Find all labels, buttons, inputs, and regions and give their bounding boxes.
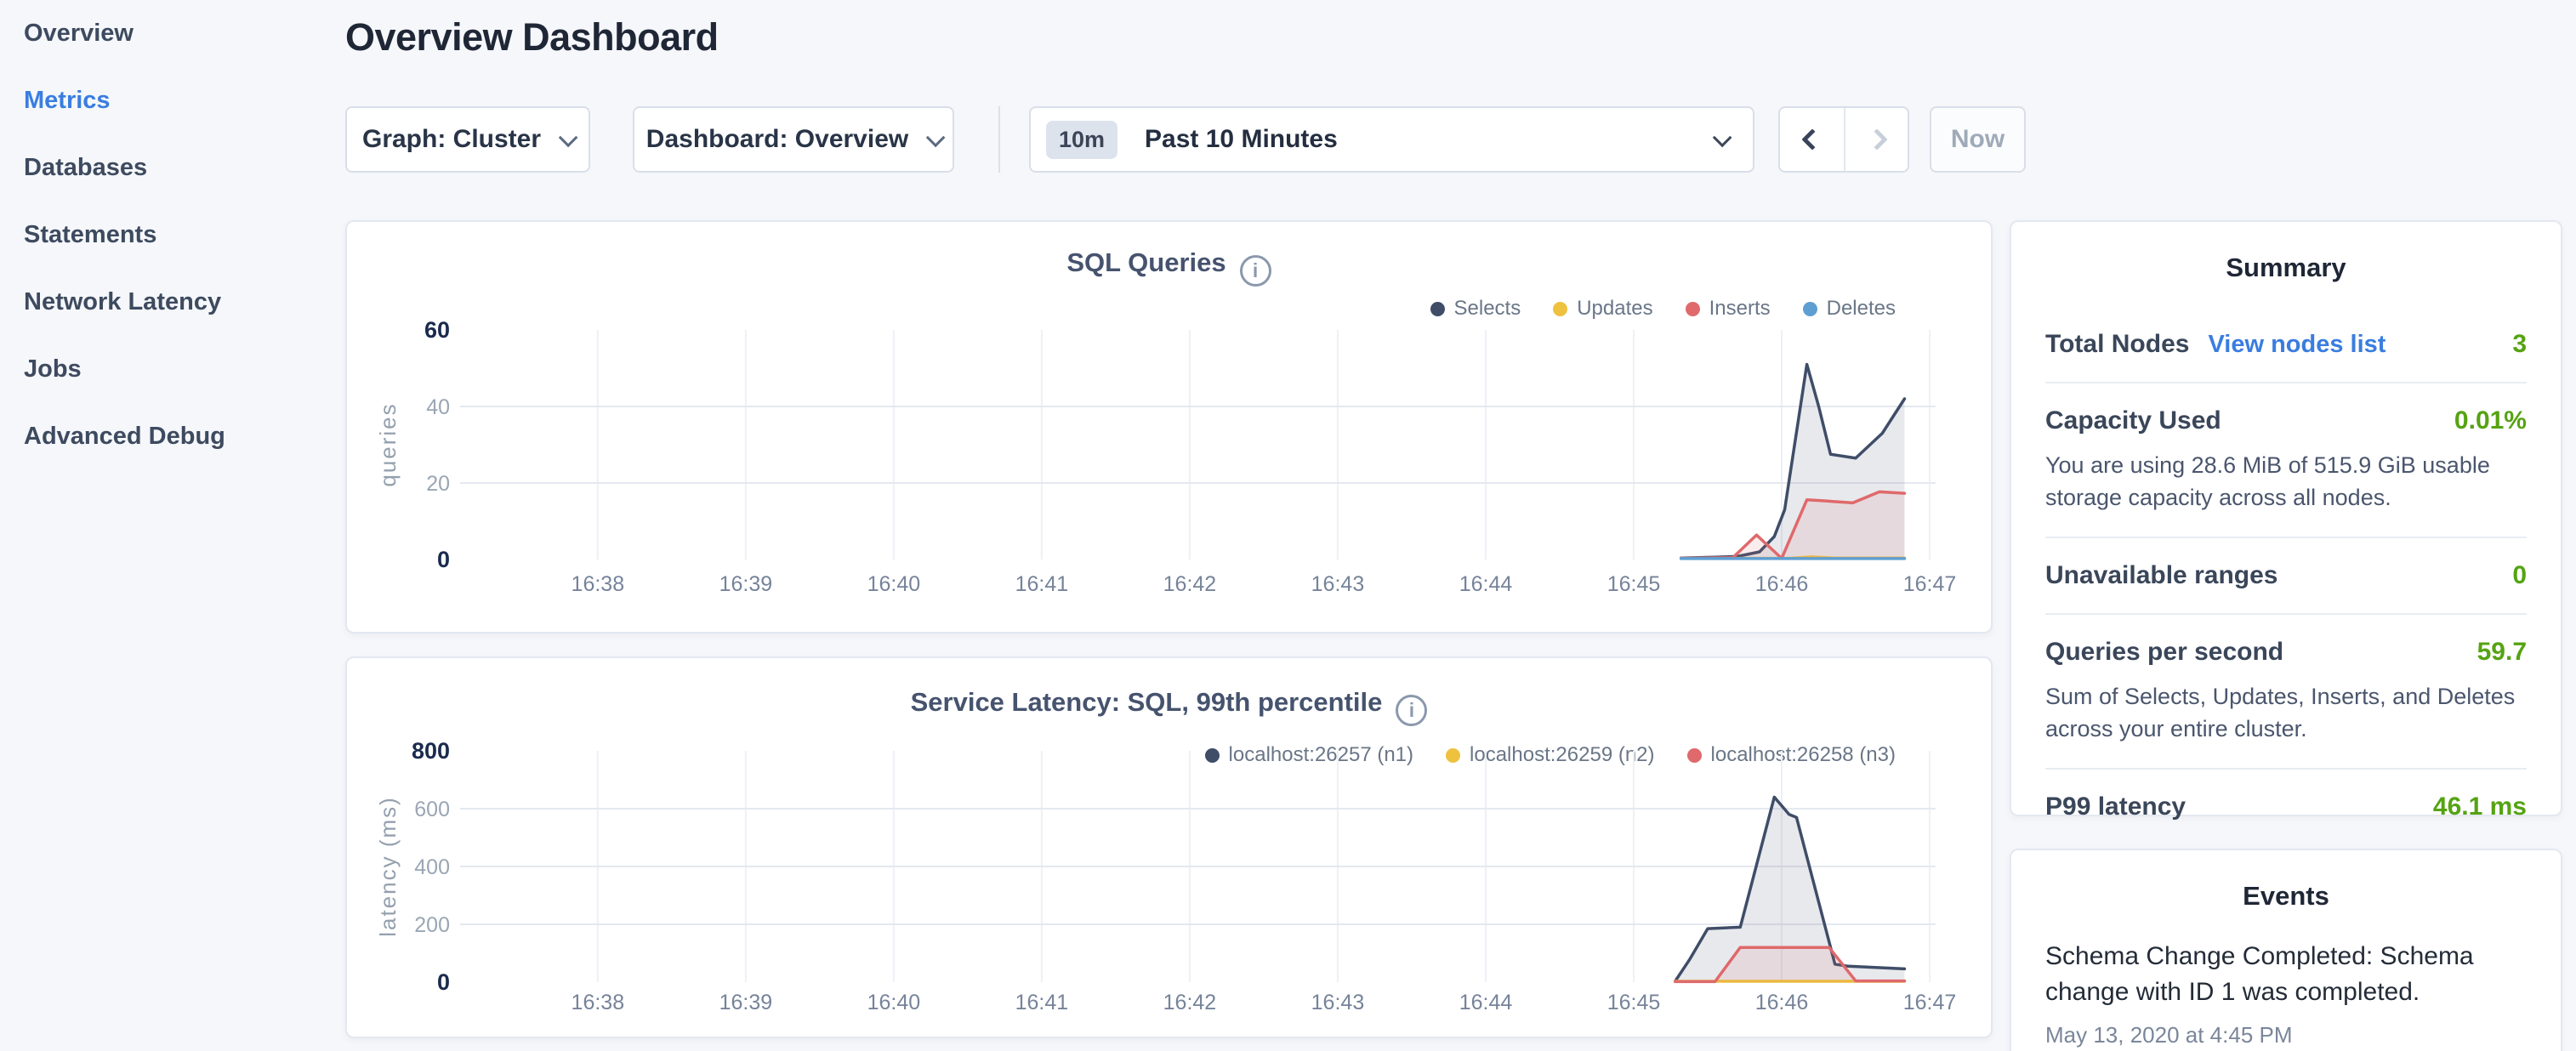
- svg-text:16:46: 16:46: [1755, 991, 1809, 1014]
- summary-row-p99-latency: P99 latency 46.1 ms: [2045, 770, 2527, 844]
- chart-canvas: 16:38 16:39 16:40 16:41 16:42 16:43 16:44 16:45…: [347, 658, 1994, 1040]
- event-item[interactable]: Schema Change Completed: Schema change w…: [2045, 939, 2527, 1048]
- svg-text:16:40: 16:40: [867, 991, 921, 1014]
- summary-value: 46.1 ms: [2433, 793, 2527, 821]
- svg-text:16:41: 16:41: [1015, 991, 1069, 1014]
- svg-text:16:38: 16:38: [571, 991, 625, 1014]
- svg-text:16:38: 16:38: [571, 572, 625, 596]
- chart-canvas: 16:38 16:39 16:40 16:41 16:42 16:43 16:44 16:45…: [347, 222, 1994, 635]
- svg-text:16:45: 16:45: [1607, 572, 1661, 596]
- svg-text:600: 600: [414, 798, 450, 821]
- events-title: Events: [2045, 881, 2527, 912]
- svg-text:60: 60: [424, 317, 450, 343]
- svg-text:16:42: 16:42: [1163, 572, 1217, 596]
- sidebar-item-network-latency[interactable]: Network Latency: [0, 269, 340, 336]
- summary-label: Capacity Used: [2045, 406, 2221, 435]
- chevron-down-icon: [1713, 128, 1732, 148]
- svg-text:16:43: 16:43: [1311, 991, 1365, 1014]
- events-card: Events Schema Change Completed: Schema c…: [2010, 849, 2562, 1051]
- sidebar-item-advanced-debug[interactable]: Advanced Debug: [0, 403, 340, 470]
- svg-text:16:43: 16:43: [1311, 572, 1365, 596]
- time-window-label: Past 10 Minutes: [1145, 125, 1338, 154]
- svg-text:16:41: 16:41: [1015, 572, 1069, 596]
- page-title: Overview Dashboard: [345, 15, 719, 60]
- summary-description: You are using 28.6 MiB of 515.9 GiB usab…: [2045, 449, 2527, 514]
- svg-text:16:44: 16:44: [1459, 991, 1513, 1014]
- svg-text:40: 40: [426, 395, 450, 419]
- time-pager: [1778, 106, 1909, 173]
- svg-text:0: 0: [437, 547, 450, 572]
- svg-text:400: 400: [414, 855, 450, 879]
- prev-timewindow-button[interactable]: [1780, 108, 1844, 171]
- time-window-badge: 10m: [1046, 121, 1117, 159]
- svg-text:20: 20: [426, 472, 450, 496]
- chevron-right-icon: [1866, 128, 1887, 150]
- sidebar-item-databases[interactable]: Databases: [0, 134, 340, 202]
- svg-text:16:45: 16:45: [1607, 991, 1661, 1014]
- svg-text:800: 800: [412, 738, 450, 764]
- summary-label: P99 latency: [2045, 793, 2186, 821]
- view-nodes-list-link[interactable]: View nodes list: [2208, 331, 2386, 359]
- summary-label: Unavailable ranges: [2045, 561, 2277, 590]
- summary-value: 59.7: [2477, 638, 2527, 667]
- svg-text:200: 200: [414, 913, 450, 937]
- svg-text:16:39: 16:39: [719, 572, 773, 596]
- summary-description: Sum of Selects, Updates, Inserts, and De…: [2045, 680, 2527, 745]
- main-content: Overview Dashboard Graph: Cluster Dashbo…: [345, 0, 1993, 1051]
- summary-value: 3: [2512, 330, 2527, 359]
- svg-text:16:47: 16:47: [1903, 991, 1957, 1014]
- sidebar-item-overview[interactable]: Overview: [0, 0, 340, 67]
- event-timestamp: May 13, 2020 at 4:45 PM: [2045, 1022, 2527, 1048]
- svg-text:0: 0: [437, 969, 450, 995]
- sql-queries-chart-card: SQL Queriesi SelectsUpdatesInsertsDelete…: [345, 220, 1993, 633]
- svg-text:16:42: 16:42: [1163, 991, 1217, 1014]
- sidebar-item-jobs[interactable]: Jobs: [0, 336, 340, 403]
- sidebar-item-metrics[interactable]: Metrics: [0, 67, 340, 134]
- graph-dropdown[interactable]: Graph: Cluster: [345, 106, 590, 173]
- svg-text:queries: queries: [375, 402, 401, 486]
- graph-dropdown-label: Graph: Cluster: [362, 125, 541, 154]
- dashboard-dropdown-label: Dashboard: Overview: [646, 125, 908, 154]
- summary-card: Summary Total Nodes View nodes list 3 Ca…: [2010, 220, 2562, 816]
- chevron-down-icon: [559, 128, 578, 148]
- summary-row-capacity-used: Capacity Used 0.01% You are using 28.6 M…: [2045, 383, 2527, 538]
- summary-row-total-nodes: Total Nodes View nodes list 3: [2045, 307, 2527, 383]
- sidebar: Overview Metrics Databases Statements Ne…: [0, 0, 340, 1051]
- dashboard-dropdown[interactable]: Dashboard: Overview: [633, 106, 954, 173]
- now-button[interactable]: Now: [1930, 106, 2026, 173]
- next-timewindow-button[interactable]: [1844, 108, 1908, 171]
- svg-text:16:40: 16:40: [867, 572, 921, 596]
- summary-value: 0.01%: [2454, 406, 2527, 435]
- svg-text:16:46: 16:46: [1755, 572, 1809, 596]
- event-message: Schema Change Completed: Schema change w…: [2045, 939, 2527, 1010]
- summary-title: Summary: [2045, 253, 2527, 283]
- chevron-left-icon: [1801, 128, 1823, 150]
- summary-label: Total Nodes: [2045, 330, 2189, 359]
- time-window-selector[interactable]: 10m Past 10 Minutes: [1029, 106, 1754, 173]
- summary-value: 0: [2512, 561, 2527, 590]
- chevron-down-icon: [926, 128, 946, 148]
- summary-row-queries-per-second: Queries per second 59.7 Sum of Selects, …: [2045, 615, 2527, 770]
- controls-row: Graph: Cluster Dashboard: Overview 10m P…: [345, 106, 2026, 173]
- summary-row-unavailable-ranges: Unavailable ranges 0: [2045, 538, 2527, 615]
- summary-rows: Total Nodes View nodes list 3 Capacity U…: [2045, 307, 2527, 844]
- svg-text:16:47: 16:47: [1903, 572, 1957, 596]
- svg-text:latency (ms): latency (ms): [375, 796, 401, 937]
- summary-label: Queries per second: [2045, 638, 2283, 667]
- sidebar-item-statements[interactable]: Statements: [0, 202, 340, 269]
- svg-text:16:39: 16:39: [719, 991, 773, 1014]
- controls-divider: [998, 106, 1000, 173]
- service-latency-chart-card: Service Latency: SQL, 99th percentilei l…: [345, 656, 1993, 1038]
- svg-text:16:44: 16:44: [1459, 572, 1513, 596]
